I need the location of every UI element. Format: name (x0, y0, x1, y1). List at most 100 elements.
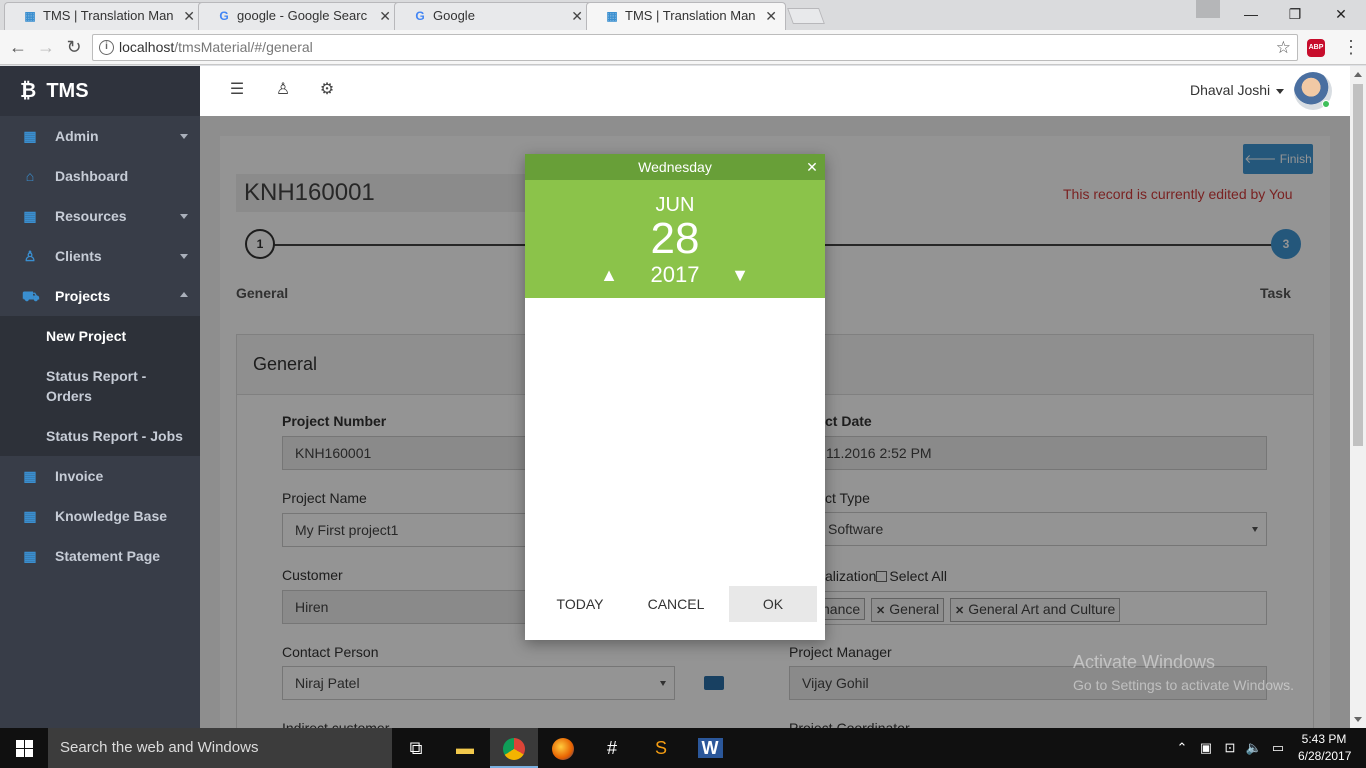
sidebar-item-knowledge-base[interactable]: ▦ Knowledge Base (0, 496, 200, 536)
sidebar-item-dashboard[interactable]: ⌂ Dashboard (0, 156, 200, 196)
datepicker-weekday: Wednesday (638, 159, 712, 175)
chevron-down-icon (180, 214, 188, 219)
datepicker-year[interactable]: 2017 (651, 262, 700, 287)
tray-chevron-up-icon[interactable]: ⌃ (1174, 728, 1190, 768)
tab-title: Google (433, 8, 475, 23)
datepicker-calendar-area (525, 298, 825, 580)
browser-tab-google-search[interactable]: G google - Google Search ✕ (198, 2, 400, 30)
activate-windows-watermark: Activate Windows Go to Settings to activ… (1073, 652, 1294, 693)
menu-toggle-icon[interactable]: ☰ (227, 80, 247, 100)
new-tab-button[interactable] (787, 8, 825, 24)
adblock-plus-icon[interactable]: ABP (1307, 39, 1325, 57)
sidebar-subitem-new-project[interactable]: New Project (0, 316, 200, 356)
sidebar-item-label: Admin (55, 128, 99, 144)
brand-logo[interactable]: ₿ TMS (0, 66, 200, 116)
triangle-down-icon[interactable]: ▼ (728, 262, 752, 288)
ok-button[interactable]: OK (729, 586, 817, 622)
avatar[interactable] (1294, 72, 1332, 110)
chrome-menu-icon[interactable]: ⋮ (1342, 36, 1360, 58)
sidebar-item-invoice[interactable]: ▦ Invoice (0, 456, 200, 496)
sidebar-item-label: Knowledge Base (55, 508, 168, 524)
browser-tab-tms-active[interactable]: ▦ TMS | Translation Manag ✕ (586, 2, 786, 30)
google-favicon-icon: G (415, 9, 425, 23)
url-text: localhost/tmsMaterial/#/general (119, 39, 313, 55)
scroll-up-arrow-icon[interactable] (1354, 72, 1362, 77)
chrome-profile-icon[interactable] (1196, 0, 1220, 18)
user-icon: ♙ (23, 248, 37, 264)
close-tab-icon[interactable]: ✕ (571, 3, 583, 29)
reload-icon[interactable]: ↻ (62, 36, 86, 60)
sidebar-item-resources[interactable]: ▦ Resources (0, 196, 200, 236)
chrome-taskbar-icon[interactable] (490, 728, 538, 768)
bookmark-star-icon[interactable]: ☆ (1276, 35, 1291, 60)
tms-favicon-icon: ▦ (606, 9, 618, 23)
scroll-down-arrow-icon[interactable] (1354, 717, 1362, 722)
sublime-text-taskbar-icon[interactable]: S (637, 728, 685, 768)
grid-icon: ▦ (23, 128, 37, 144)
site-info-icon[interactable]: i (99, 40, 114, 55)
action-center-icon[interactable]: ▭ (1268, 728, 1288, 768)
user-menu[interactable]: Dhaval Joshi (1190, 82, 1285, 98)
datepicker-weekday-bar: Wednesday ✕ (525, 154, 825, 180)
tab-title: google - Google Search (237, 8, 367, 23)
page-scrollbar[interactable] (1350, 66, 1366, 728)
close-icon[interactable]: ✕ (805, 154, 819, 180)
sidebar-item-label: Resources (55, 208, 127, 224)
close-tab-icon[interactable]: ✕ (765, 3, 777, 29)
restore-window-icon[interactable]: ❐ (1272, 0, 1318, 30)
google-favicon-icon: G (219, 9, 229, 23)
sidebar-subitem-status-report-jobs[interactable]: Status Report - Jobs (0, 416, 200, 456)
clock-date: 6/28/2017 (1298, 749, 1352, 763)
datepicker-month[interactable]: JUN (525, 180, 825, 216)
file-explorer-icon[interactable]: ▬ (441, 728, 489, 768)
cart-icon: ⛟ (22, 288, 40, 304)
browser-tab-tms-1[interactable]: ▦ TMS | Translation Manag ✕ (4, 2, 204, 30)
datepicker-day[interactable]: 28 (525, 216, 825, 262)
sidebar-subitem-status-report-orders[interactable]: Status Report - Orders (0, 356, 200, 416)
close-window-icon[interactable]: ✕ (1318, 0, 1364, 30)
close-tab-icon[interactable]: ✕ (183, 3, 195, 29)
tray-app-icon[interactable]: ▣ (1196, 728, 1216, 768)
sidebar-item-clients[interactable]: ♙ Clients (0, 236, 200, 276)
brand-name: TMS (46, 80, 89, 102)
sidebar-item-label: Clients (55, 248, 102, 264)
sidebar-item-projects[interactable]: ⛟ Projects (0, 276, 200, 316)
grid-icon: ▦ (23, 208, 37, 224)
network-icon[interactable]: ⊡ (1220, 728, 1240, 768)
sidebar-item-admin[interactable]: ▦ Admin (0, 116, 200, 156)
address-bar[interactable]: i localhost/tmsMaterial/#/general ☆ (92, 34, 1298, 61)
word-taskbar-icon[interactable]: W (686, 728, 734, 768)
sidebar-item-statement-page[interactable]: ▦ Statement Page (0, 536, 200, 576)
today-button[interactable]: TODAY (545, 586, 615, 622)
minimize-window-icon[interactable]: — (1228, 0, 1274, 30)
app-header: ☰ ♙ ⚙ Dhaval Joshi (200, 66, 1350, 116)
task-view-icon[interactable]: ⧉ (392, 728, 440, 768)
datepicker-year-row: ▲ 2017 ▼ (525, 262, 825, 288)
triangle-up-icon[interactable]: ▲ (597, 262, 621, 288)
close-tab-icon[interactable]: ✕ (379, 3, 391, 29)
datepicker-actions: TODAY CANCEL OK (525, 586, 825, 622)
watermark-subtitle: Go to Settings to activate Windows. (1073, 677, 1294, 693)
grid-icon: ▦ (23, 548, 37, 564)
chevron-down-icon (180, 254, 188, 259)
windows-start-icon[interactable] (0, 728, 48, 768)
firefox-taskbar-icon[interactable] (539, 728, 587, 768)
forward-arrow-icon[interactable]: → (34, 36, 58, 60)
cancel-button[interactable]: CANCEL (639, 586, 713, 622)
back-arrow-icon[interactable]: ← (6, 36, 30, 60)
tms-favicon-icon: ▦ (24, 9, 36, 23)
tab-title: TMS | Translation Manag (625, 8, 755, 23)
chevron-down-icon (180, 134, 188, 139)
datepicker-header: JUN 28 ▲ 2017 ▼ (525, 180, 825, 298)
user-icon[interactable]: ♙ (273, 80, 293, 100)
taskbar-clock[interactable]: 5:43 PM 6/28/2017 (1298, 731, 1352, 765)
online-status-icon (1322, 100, 1330, 108)
sidebar-item-label: Dashboard (55, 168, 129, 184)
volume-muted-icon[interactable]: 🔈 (1244, 728, 1264, 768)
slack-taskbar-icon[interactable]: # (588, 728, 636, 768)
scrollbar-thumb[interactable] (1353, 84, 1363, 446)
browser-tab-google[interactable]: G Google ✕ (394, 2, 592, 30)
username: Dhaval Joshi (1190, 82, 1271, 98)
taskbar-search-input[interactable]: Search the web and Windows (48, 728, 392, 768)
gears-icon[interactable]: ⚙ (317, 80, 337, 100)
